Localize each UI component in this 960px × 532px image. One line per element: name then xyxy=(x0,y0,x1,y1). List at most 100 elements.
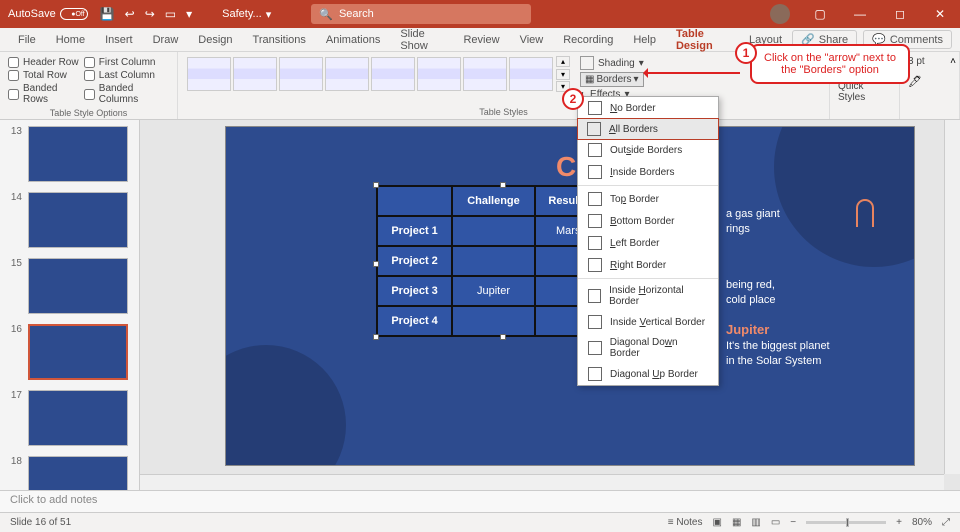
slide-thumbnails[interactable]: 13 14 15 16 17 18 xyxy=(0,120,140,490)
menu-bottom-border[interactable]: Bottom Border xyxy=(578,210,718,232)
selection-handle[interactable] xyxy=(373,182,379,188)
table-style-thumb[interactable] xyxy=(463,57,507,91)
autosave-toggle[interactable]: AutoSave ● Off xyxy=(8,8,88,20)
header-row-checkbox[interactable]: Header Row xyxy=(8,56,80,69)
table-style-thumb[interactable] xyxy=(417,57,461,91)
slide-thumbnail[interactable] xyxy=(28,324,128,380)
menu-inside-horizontal-border[interactable]: Inside Horizontal Border xyxy=(578,281,718,311)
pen-width[interactable]: 3 pt xyxy=(908,56,925,67)
from-beginning-icon[interactable]: ▭ xyxy=(165,7,176,21)
zoom-in-button[interactable]: + xyxy=(896,517,902,528)
autosave-label: AutoSave xyxy=(8,8,56,20)
zoom-level[interactable]: 80% xyxy=(912,517,932,528)
undo-icon[interactable]: ↩ xyxy=(125,7,135,21)
slide-thumbnail[interactable] xyxy=(28,258,128,314)
menu-diagonal-up-border[interactable]: Diagonal Up Border xyxy=(578,363,718,385)
status-bar: Slide 16 of 51 ≡ Notes ▣ ▦ ▥ ▭ − + 80% ⤢ xyxy=(0,512,960,532)
selection-handle[interactable] xyxy=(373,261,379,267)
tab-draw[interactable]: Draw xyxy=(143,30,189,50)
top-border-icon xyxy=(588,192,602,206)
notes-button[interactable]: ≡ Notes xyxy=(668,517,703,528)
save-icon[interactable]: 💾 xyxy=(100,7,115,21)
shading-button[interactable]: Shading ▾ xyxy=(580,56,644,70)
selection-handle[interactable] xyxy=(500,334,506,340)
table-style-thumb[interactable] xyxy=(371,57,415,91)
outside-borders-icon xyxy=(588,143,602,157)
fill-icon xyxy=(580,56,594,70)
menu-inside-borders[interactable]: Inside Borders xyxy=(578,161,718,183)
document-name[interactable]: Safety... ▾ xyxy=(222,8,271,21)
tab-insert[interactable]: Insert xyxy=(95,30,143,50)
maximize-button[interactable]: ◻ xyxy=(880,0,920,28)
tab-view[interactable]: View xyxy=(510,30,554,50)
table-style-thumb[interactable] xyxy=(509,57,553,91)
selection-handle[interactable] xyxy=(500,182,506,188)
gallery-down-icon[interactable]: ▾ xyxy=(556,69,570,80)
menu-all-borders[interactable]: All Borders xyxy=(577,118,719,140)
table-style-thumb[interactable] xyxy=(325,57,369,91)
ribbon-display-icon[interactable]: ▢ xyxy=(800,0,840,28)
minimize-button[interactable]: — xyxy=(840,0,880,28)
slide-thumbnail[interactable] xyxy=(28,126,128,182)
reading-view-icon[interactable]: ▥ xyxy=(751,517,760,528)
tab-home[interactable]: Home xyxy=(46,30,95,50)
normal-view-icon[interactable]: ▣ xyxy=(712,517,721,528)
menu-inside-vertical-border[interactable]: Inside Vertical Border xyxy=(578,311,718,333)
menu-diagonal-down-border[interactable]: Diagonal Down Border xyxy=(578,333,718,363)
diag-down-icon xyxy=(588,341,602,355)
tab-transitions[interactable]: Transitions xyxy=(243,30,316,50)
slide-thumbnail[interactable] xyxy=(28,456,128,490)
last-column-checkbox[interactable]: Last Column xyxy=(84,69,169,82)
tab-help[interactable]: Help xyxy=(623,30,666,50)
banded-columns-checkbox[interactable]: Banded Columns xyxy=(84,82,169,106)
zoom-out-button[interactable]: − xyxy=(790,517,796,528)
table-style-thumb[interactable] xyxy=(187,57,231,91)
search-icon: 🔍 xyxy=(319,8,333,21)
quick-styles-button[interactable]: Quick Styles xyxy=(838,81,891,103)
redo-icon[interactable]: ↪ xyxy=(145,7,155,21)
tab-recording[interactable]: Recording xyxy=(553,30,623,50)
slideshow-icon[interactable]: ▭ xyxy=(771,517,780,528)
first-column-checkbox[interactable]: First Column xyxy=(84,56,169,69)
fit-slide-icon[interactable]: ⤢ xyxy=(942,517,950,528)
tab-review[interactable]: Review xyxy=(453,30,509,50)
selection-handle[interactable] xyxy=(373,334,379,340)
collapse-ribbon-icon[interactable]: ˄ xyxy=(950,56,956,67)
qat-more-icon[interactable]: ▾ xyxy=(186,7,192,21)
slide-counter[interactable]: Slide 16 of 51 xyxy=(10,517,71,528)
quick-access-toolbar: 💾 ↩ ↪ ▭ ▾ xyxy=(100,7,192,21)
banded-rows-checkbox[interactable]: Banded Rows xyxy=(8,82,80,106)
tab-slide-show[interactable]: Slide Show xyxy=(390,24,453,56)
tab-file[interactable]: File xyxy=(8,30,46,50)
slide-sorter-icon[interactable]: ▦ xyxy=(732,517,741,528)
horizontal-scrollbar[interactable] xyxy=(140,474,944,490)
total-row-checkbox[interactable]: Total Row xyxy=(8,69,80,82)
borders-split-button[interactable]: ▦ Borders ▾ xyxy=(580,72,644,87)
vertical-scrollbar[interactable] xyxy=(944,120,960,474)
notes-pane[interactable]: Click to add notes xyxy=(0,490,960,512)
tab-animations[interactable]: Animations xyxy=(316,30,390,50)
close-button[interactable]: ✕ xyxy=(920,0,960,28)
zoom-slider[interactable] xyxy=(806,521,886,524)
menu-no-border[interactable]: No Border xyxy=(578,97,718,119)
notes-placeholder: Click to add notes xyxy=(10,494,97,506)
workspace: 13 14 15 16 17 18 Case Challenge Results… xyxy=(0,120,960,490)
pen-color-button[interactable]: 🖊 xyxy=(908,75,922,88)
no-border-icon xyxy=(588,101,602,115)
annotation-step-2: 2 xyxy=(562,88,584,110)
tab-table-design[interactable]: Table Design xyxy=(666,24,739,56)
search-box[interactable]: 🔍 Search xyxy=(311,4,531,24)
slide-canvas[interactable]: Case Challenge Results S Project 1Mars P… xyxy=(140,120,960,490)
autosave-switch[interactable]: ● Off xyxy=(60,8,88,20)
tab-design[interactable]: Design xyxy=(188,30,242,50)
user-avatar[interactable] xyxy=(770,4,790,24)
table-style-thumb[interactable] xyxy=(279,57,323,91)
menu-outside-borders[interactable]: Outside Borders xyxy=(578,139,718,161)
table-style-thumb[interactable] xyxy=(233,57,277,91)
gallery-up-icon[interactable]: ▴ xyxy=(556,56,570,67)
menu-top-border[interactable]: Top Border xyxy=(578,188,718,210)
menu-right-border[interactable]: Right Border xyxy=(578,254,718,276)
slide-thumbnail[interactable] xyxy=(28,192,128,248)
slide-thumbnail[interactable] xyxy=(28,390,128,446)
menu-left-border[interactable]: Left Border xyxy=(578,232,718,254)
